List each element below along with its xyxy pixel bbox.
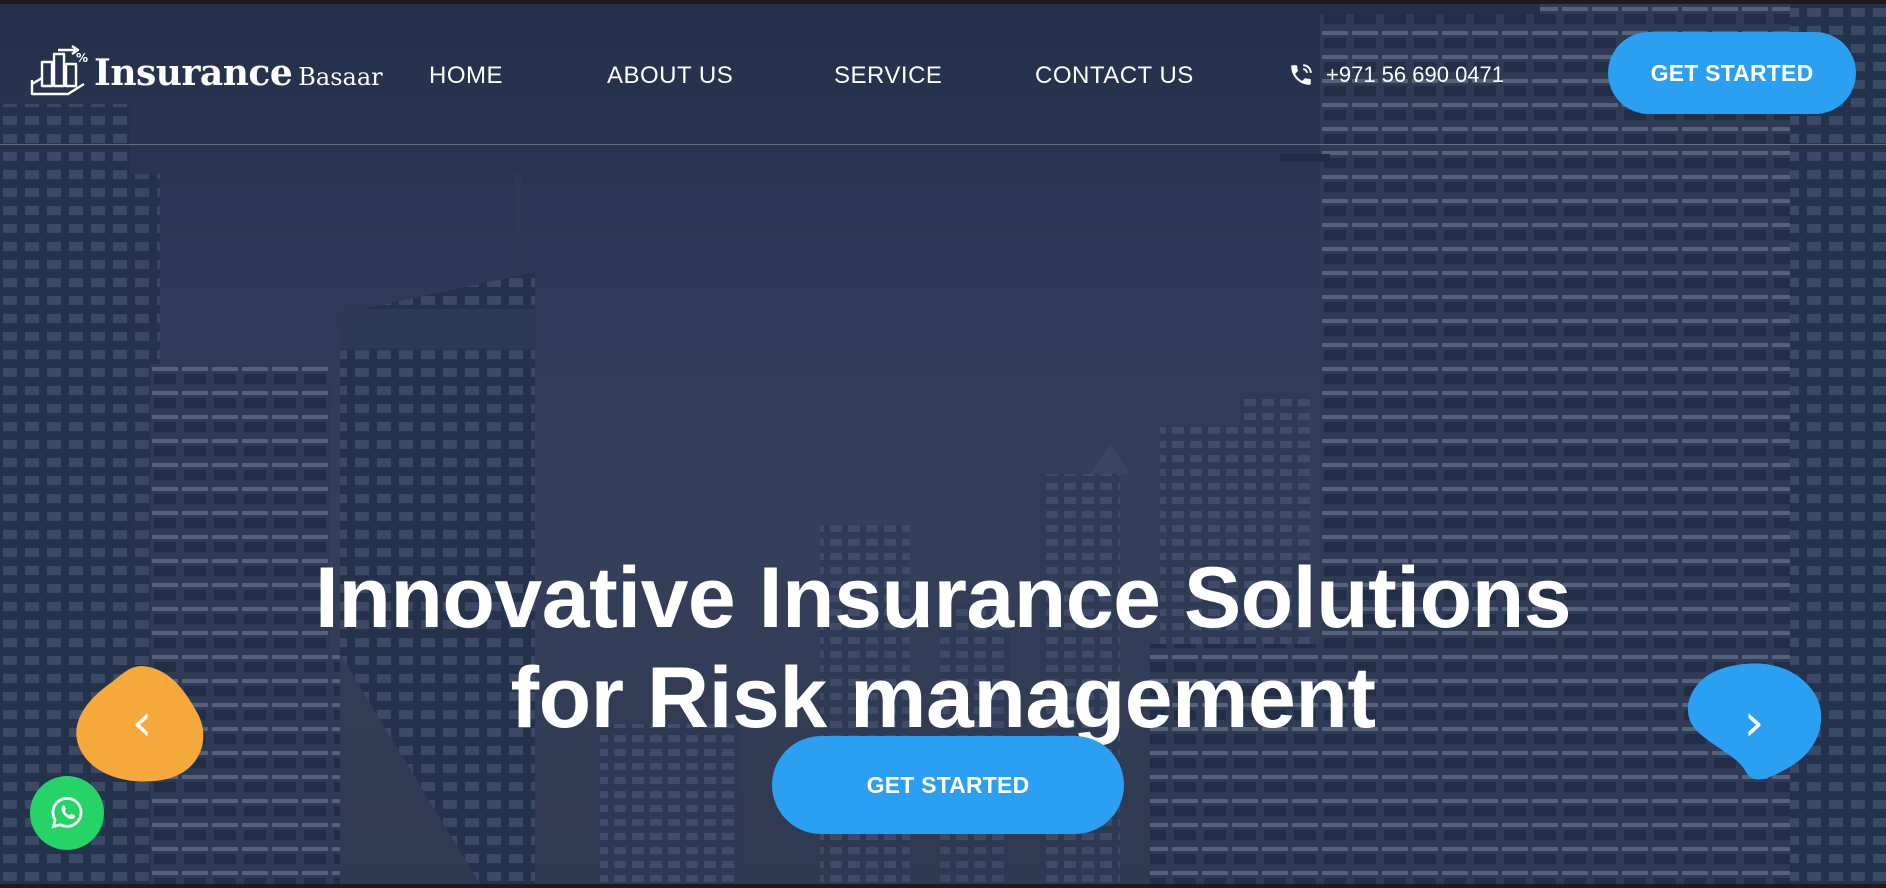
- site-header: % Insurance Basaar HOME ABOUT US SERVICE …: [0, 0, 1886, 145]
- whatsapp-icon: [51, 797, 83, 829]
- nav-home[interactable]: HOME: [429, 62, 503, 90]
- hero-get-started-button[interactable]: GET STARTED: [772, 736, 1124, 834]
- chevron-right-icon: ›: [1743, 693, 1765, 753]
- phone-icon: [1291, 64, 1312, 85]
- hero-title-line-1: Innovative Insurance Solutions: [314, 549, 1572, 646]
- logo-name: Insurance: [94, 52, 293, 94]
- hero-title-line-2: for Risk management: [510, 649, 1376, 746]
- nav-service[interactable]: SERVICE: [834, 62, 942, 90]
- svg-text:%: %: [76, 51, 88, 65]
- logo-text: Insurance Basaar: [94, 52, 383, 94]
- nav-about-us[interactable]: ABOUT US: [607, 62, 733, 90]
- header-get-started-button[interactable]: GET STARTED: [1608, 32, 1856, 114]
- site-logo[interactable]: % Insurance Basaar: [28, 42, 383, 104]
- phone-number: +971 56 690 0471: [1326, 62, 1505, 87]
- logo-suffix: Basaar: [298, 63, 383, 91]
- whatsapp-chat-button[interactable]: [30, 776, 104, 850]
- building-chart-logo-icon: %: [30, 45, 88, 96]
- slider-next-button[interactable]: ›: [1684, 660, 1824, 786]
- hero-title: Innovative Insurance Solutions for Risk …: [0, 548, 1886, 748]
- chevron-left-icon: ‹: [131, 693, 153, 753]
- slider-prev-button[interactable]: ‹: [74, 662, 210, 784]
- phone-contact[interactable]: +971 56 690 0471: [1288, 62, 1504, 88]
- nav-contact-us[interactable]: CONTACT US: [1035, 62, 1194, 90]
